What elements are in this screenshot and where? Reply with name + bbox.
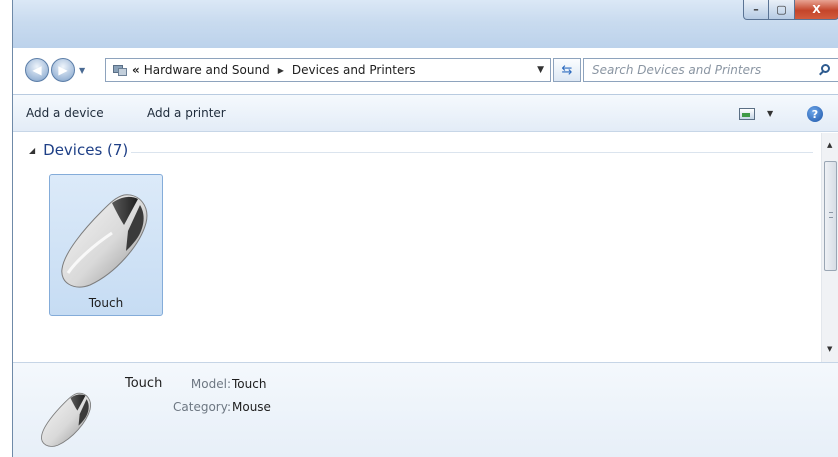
breadcrumb-hardware-and-sound[interactable]: Hardware and Sound	[144, 63, 270, 77]
add-printer-button[interactable]: Add a printer	[147, 106, 226, 120]
details-pane: Touch Model: Touch Category: Mouse	[13, 362, 838, 457]
breadcrumb-separator-icon[interactable]: ▶	[278, 66, 284, 75]
category-value: Mouse	[232, 400, 271, 414]
address-bar[interactable]: « Hardware and Sound ▶ Devices and Print…	[105, 58, 551, 82]
model-value: Touch	[232, 377, 267, 391]
collapse-arrow-icon[interactable]: ◢	[29, 146, 35, 155]
address-dropdown-icon[interactable]: ▼	[537, 65, 544, 75]
vertical-scrollbar[interactable]: ▲ ▼	[821, 133, 838, 362]
minimize-button[interactable]: –	[743, 0, 769, 20]
device-label: Touch	[88, 296, 124, 310]
search-input[interactable]: Search Devices and Printers	[583, 58, 838, 82]
forward-arrow-icon: ▶	[58, 63, 68, 77]
search-placeholder: Search Devices and Printers	[592, 63, 762, 77]
scroll-down-arrow-icon[interactable]: ▼	[827, 345, 832, 353]
breadcrumb-overflow-chevron[interactable]: «	[132, 63, 140, 77]
devices-group-header[interactable]: ◢ Devices (7)	[29, 141, 128, 159]
devices-view: ◢ Devices (7) Touch	[13, 133, 821, 452]
forward-button[interactable]: ▶	[51, 58, 75, 82]
refresh-button[interactable]: ⇆	[553, 58, 581, 82]
group-divider	[131, 152, 813, 153]
group-title: Devices (7)	[43, 141, 129, 159]
help-icon[interactable]: ?	[807, 106, 823, 122]
scroll-thumb[interactable]	[824, 161, 837, 271]
back-arrow-icon: ◀	[32, 63, 42, 77]
recent-pages-dropdown[interactable]: ▼	[79, 66, 85, 75]
navigation-buttons: ◀ ▶ ▼	[25, 58, 85, 82]
add-device-button[interactable]: Add a device	[26, 106, 104, 120]
close-button[interactable]: X	[795, 0, 838, 20]
breadcrumb-devices-and-printers[interactable]: Devices and Printers	[292, 63, 416, 77]
device-tile-touch[interactable]: Touch	[49, 174, 163, 316]
caption-buttons: – ▢ X	[743, 0, 838, 22]
title-bar: – ▢ X	[13, 0, 838, 48]
control-panel-icon	[112, 63, 128, 77]
scroll-up-arrow-icon[interactable]: ▲	[827, 141, 832, 149]
command-bar: Add a device Add a printer ▼ ?	[13, 94, 838, 132]
mouse-icon	[61, 194, 148, 288]
mouse-icon	[41, 392, 92, 447]
refresh-icon: ⇆	[561, 62, 573, 78]
change-view-icon[interactable]	[739, 108, 755, 120]
category-label: Category:	[173, 400, 231, 414]
explorer-window: – ▢ X ◀ ▶ ▼ « Hardware and Sound ▶ Devic…	[12, 0, 838, 457]
view-options-dropdown[interactable]: ▼	[767, 109, 773, 118]
details-device-name: Touch	[125, 376, 163, 391]
maximize-button[interactable]: ▢	[769, 0, 795, 20]
search-icon[interactable]	[818, 63, 832, 77]
model-label: Model:	[190, 377, 231, 391]
back-button[interactable]: ◀	[25, 58, 49, 82]
